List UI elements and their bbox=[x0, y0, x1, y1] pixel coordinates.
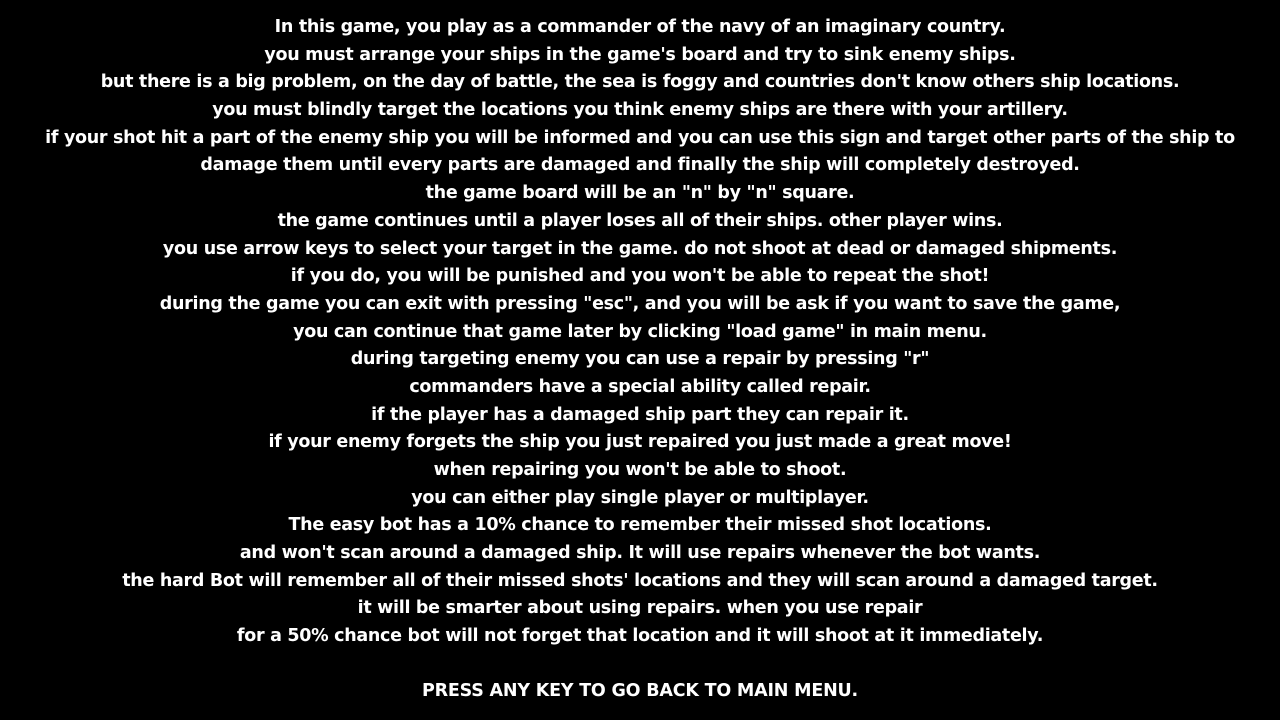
instruction-line: the game continues until a player loses … bbox=[277, 210, 1003, 231]
instruction-line: damage them until every parts are damage… bbox=[200, 155, 1080, 176]
instruction-line: but there is a big problem, on the day o… bbox=[100, 72, 1180, 93]
instruction-line: it will be smarter about using repairs. … bbox=[357, 598, 923, 619]
back-to-main-menu-prompt[interactable]: PRESS ANY KEY TO GO BACK TO MAIN MENU. bbox=[0, 677, 1280, 705]
instruction-line: if the player has a damaged ship part th… bbox=[371, 404, 909, 425]
instruction-line: if your enemy forgets the ship you just … bbox=[268, 432, 1012, 453]
instruction-line: during targeting enemy you can use a rep… bbox=[350, 349, 930, 370]
instruction-line: the game board will be an "n" by "n" squ… bbox=[425, 183, 855, 204]
instruction-line: you can continue that game later by clic… bbox=[293, 321, 987, 342]
instruction-line: commanders have a special ability called… bbox=[409, 376, 871, 397]
instruction-line: during the game you can exit with pressi… bbox=[159, 293, 1121, 314]
instruction-line: the hard Bot will remember all of their … bbox=[122, 570, 1158, 591]
instruction-line: if you do, you will be punished and you … bbox=[290, 266, 990, 287]
instruction-line: you can either play single player or mul… bbox=[411, 487, 869, 508]
instruction-line: The easy bot has a 10% chance to remembe… bbox=[288, 515, 992, 536]
instruction-line: you must blindly target the locations yo… bbox=[212, 100, 1068, 121]
instruction-line: for a 50% chance bot will not forget tha… bbox=[236, 626, 1044, 647]
help-screen: In this game, you play as a commander of… bbox=[0, 0, 1280, 720]
instruction-line: you use arrow keys to select your target… bbox=[162, 238, 1118, 259]
instructions-text: In this game, you play as a commander of… bbox=[0, 14, 1280, 651]
instruction-line: if your shot hit a part of the enemy shi… bbox=[45, 127, 1235, 148]
instruction-line: you must arrange your ships in the game'… bbox=[264, 44, 1016, 65]
instruction-line: when repairing you won't be able to shoo… bbox=[433, 460, 847, 480]
instruction-line: and won't scan around a damaged ship. It… bbox=[239, 543, 1041, 564]
instruction-line: In this game, you play as a commander of… bbox=[274, 17, 1006, 37]
